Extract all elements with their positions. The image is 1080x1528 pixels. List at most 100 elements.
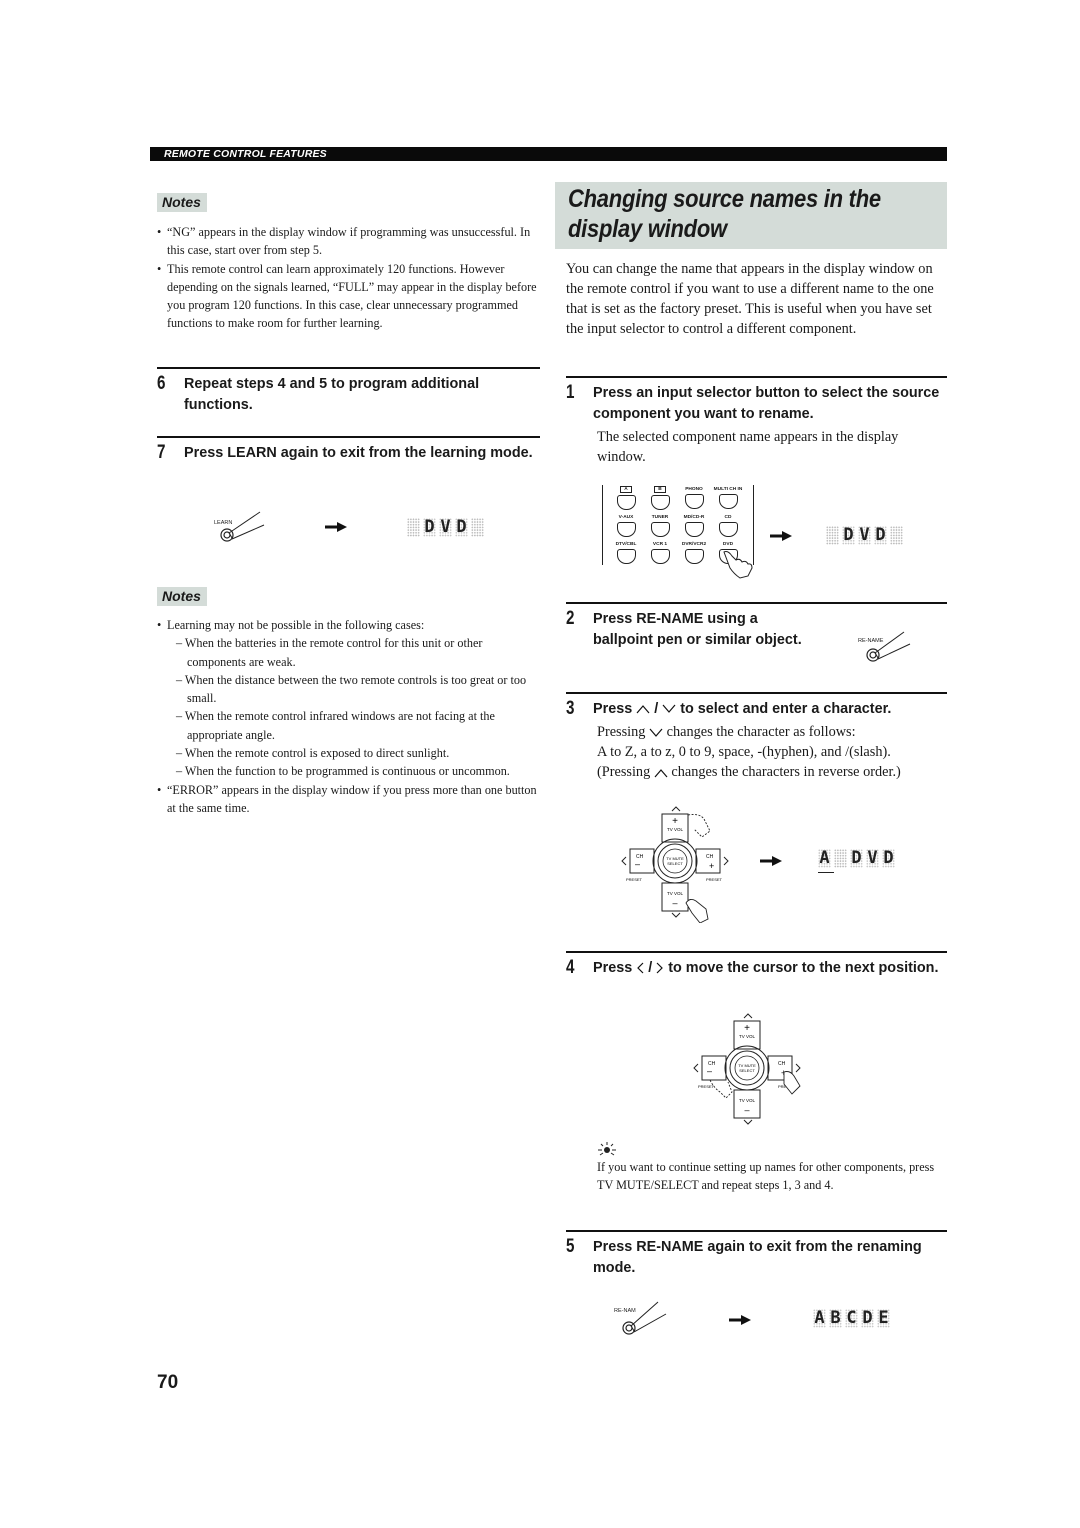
svg-text:PRESET: PRESET	[706, 877, 723, 882]
text-part: changes the characters in reverse order.…	[671, 764, 901, 780]
svg-text:–: –	[707, 1066, 712, 1076]
lcd-cell: E	[877, 1308, 890, 1328]
input-selector-key	[650, 522, 670, 537]
notes-label: Notes	[157, 193, 207, 212]
lcd-cell: C	[845, 1308, 858, 1328]
input-selector-button: VCR 1	[643, 541, 677, 564]
step-text: Press an input selector button to select…	[593, 385, 940, 422]
svg-text:PRESET: PRESET	[626, 877, 643, 882]
hint-icon	[598, 1142, 616, 1156]
section-title-line-2: display window	[568, 215, 727, 243]
input-selector-key	[718, 494, 738, 509]
note-case: – When the distance between the two remo…	[176, 672, 527, 706]
notes-list-1: “NG” appears in the display window if pr…	[157, 223, 542, 333]
svg-text:–: –	[672, 898, 677, 908]
lcd-cell: D	[882, 848, 895, 868]
lcd-cell	[471, 518, 484, 537]
arrow-right-icon	[770, 531, 792, 541]
svg-text:CH: CH	[778, 1061, 786, 1067]
note-case: – When the remote control is exposed to …	[176, 746, 450, 761]
dpad-illustration: + TV VOL CH – CH + TV MUTE SELECT PRESET…	[693, 1013, 801, 1125]
input-selector-label: A	[620, 486, 632, 493]
text-part: (Pressing	[597, 764, 651, 780]
note-case: – When the remote control infrared windo…	[176, 709, 495, 742]
notes-list-2: Learning may not be possible in the foll…	[157, 616, 542, 817]
step-3-line-3: (Pressing changes the characters in reve…	[597, 762, 957, 782]
learn-button-illustration: LEARN	[212, 510, 272, 546]
svg-text:TV VOL: TV VOL	[739, 1098, 756, 1103]
step-3-line-2: A to Z, a to z, 0 to 9, space, -(hyphen)…	[597, 744, 891, 760]
input-selector-button: A	[609, 486, 643, 510]
caret-up-icon	[636, 705, 650, 714]
arrow-right-icon	[729, 1315, 751, 1325]
input-selector-key	[616, 495, 636, 510]
step-text-part: to move the cursor to the next position.	[668, 960, 939, 976]
lcd-cell: A	[818, 848, 831, 868]
lcd-cell	[834, 849, 847, 868]
tip-text: If you want to continue setting up names…	[597, 1160, 935, 1193]
input-selector-label: V-AUX	[618, 515, 634, 520]
divider	[157, 436, 540, 438]
step-text: Press / to select and enter a character.	[593, 701, 892, 717]
note-item: “ERROR” appears in the display window if…	[157, 781, 542, 818]
arrow-right-icon	[760, 856, 782, 866]
note-item: Learning may not be possible in the foll…	[157, 616, 542, 781]
dpad-illustration: + TV VOL CH – CH + TV MUTE SELECT PRESET…	[621, 806, 729, 924]
step-4: 4 Press / to move the cursor to the next…	[566, 957, 947, 979]
step-number: 7	[157, 442, 166, 463]
input-selector-button: MD/CD-R	[677, 514, 711, 537]
lcd-cell: D	[861, 1308, 874, 1328]
input-selector-button: B	[643, 486, 677, 510]
section-title-line-1: Changing source names in the	[568, 185, 881, 213]
caret-right-icon	[656, 962, 664, 974]
step-1-body: The selected component name appears in t…	[597, 429, 899, 465]
dpad-step3: + TV VOL CH – CH + TV MUTE SELECT PRESET…	[620, 805, 730, 924]
step-number: 2	[566, 608, 575, 629]
svg-text:+: +	[709, 861, 714, 871]
step-text-part: to select and enter a character.	[680, 701, 892, 717]
lcd-cell	[407, 518, 420, 537]
cursor-underline	[818, 872, 834, 873]
caret-left-icon	[637, 962, 644, 974]
input-selector-key	[650, 549, 670, 564]
lcd-cell: V	[439, 517, 452, 537]
pen-press-icon	[220, 511, 265, 542]
finger-press-icon	[723, 551, 753, 579]
step-3-line-1: Pressing changes the character as follow…	[597, 722, 957, 742]
svg-text:+: +	[672, 816, 678, 827]
step-text: Press RE-NAME again to exit from the ren…	[593, 1239, 922, 1276]
input-selector-key	[684, 522, 704, 537]
caret-down-icon	[649, 728, 663, 737]
arrow-right-icon	[325, 522, 347, 532]
step-3-body: Pressing changes the character as follow…	[597, 722, 957, 782]
lcd-display-step5: A B C D E	[813, 1309, 890, 1328]
step-text: Press RE-NAME using a ballpoint pen or s…	[593, 611, 802, 648]
step-1: 1 Press an input selector button to sele…	[566, 382, 947, 425]
step-2: 2 Press RE-NAME using a ballpoint pen or…	[566, 608, 806, 651]
input-selector-button: TUNER	[643, 514, 677, 537]
input-selector-button: DVR/VCR2	[677, 541, 711, 564]
input-selector-label: B	[654, 486, 666, 493]
input-selector-label: PHONO	[685, 487, 703, 492]
lcd-cell: V	[866, 848, 879, 868]
divider	[566, 1230, 947, 1232]
step-text: Press / to move the cursor to the next p…	[593, 960, 939, 976]
input-selector-label: DVR/VCR2	[681, 542, 707, 547]
lcd-cell	[890, 526, 903, 545]
page-number: 70	[157, 1372, 179, 1393]
intro-paragraph: You can change the name that appears in …	[566, 261, 934, 337]
svg-text:TV VOL: TV VOL	[667, 891, 684, 896]
section-header-bar: REMOTE CONTROL FEATURES	[150, 147, 947, 161]
lcd-cell: D	[850, 848, 863, 868]
divider	[566, 951, 947, 953]
input-selector-key	[650, 495, 670, 510]
step-5: 5 Press RE-NAME again to exit from the r…	[566, 1236, 947, 1279]
lcd-cell: A	[813, 1308, 826, 1328]
step-6: 6 Repeat steps 4 and 5 to program additi…	[157, 373, 540, 416]
svg-text:PRESET: PRESET	[698, 1084, 715, 1089]
step-number: 5	[566, 1236, 575, 1257]
svg-text:+: +	[744, 1023, 750, 1034]
input-selector-key	[616, 549, 636, 564]
svg-text:CH: CH	[706, 854, 714, 860]
step-text: Press LEARN again to exit from the learn…	[184, 445, 533, 461]
